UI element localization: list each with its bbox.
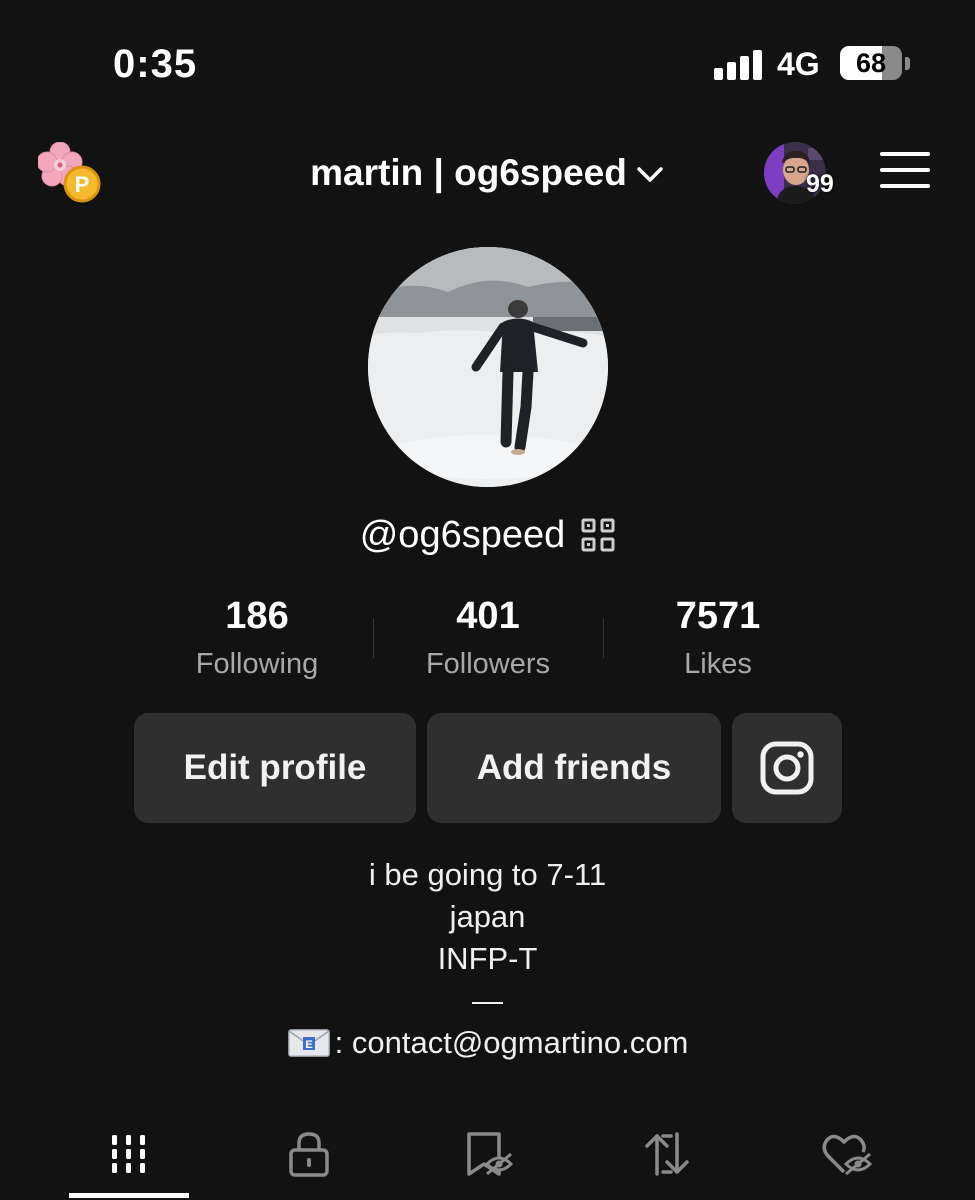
bookmark-hidden-icon	[467, 1132, 514, 1176]
signal-strength-icon	[714, 48, 764, 80]
battery-icon: 68	[840, 46, 902, 80]
status-bar: 0:35 4G 68	[0, 0, 975, 130]
account-name: martin | og6speed	[310, 152, 627, 193]
status-time: 0:35	[113, 42, 198, 86]
bio-line: —	[472, 983, 503, 1018]
profile-photo[interactable]	[368, 247, 608, 487]
bio-contact-line: E : contact@ogmartino.com	[0, 1022, 975, 1064]
stat-likes[interactable]: 7571 Likes	[603, 592, 833, 686]
bio: i be going to 7-11 japan INFP-T — E : co…	[0, 854, 975, 1064]
likes-label: Likes	[684, 648, 752, 680]
hamburger-menu-icon[interactable]	[880, 152, 930, 192]
battery-percent: 68	[855, 47, 887, 78]
envelope-icon: E	[287, 1029, 330, 1057]
profile-stats: 186 Following 401 Followers 7571 Likes	[140, 592, 835, 692]
bio-line: japan	[449, 899, 526, 934]
heart-hidden-icon	[822, 1134, 873, 1176]
profile-header: P martin | og6speed 99	[0, 130, 975, 220]
instagram-button[interactable]	[732, 713, 842, 823]
stat-following[interactable]: 186 Following	[142, 592, 372, 686]
content-tabs	[0, 1110, 975, 1200]
chevron-down-icon	[637, 167, 663, 182]
notification-badge: 99	[806, 170, 834, 198]
likes-count: 7571	[675, 595, 761, 637]
followers-count: 401	[456, 595, 520, 637]
tab-videos[interactable]	[94, 1124, 164, 1184]
battery-cap	[905, 57, 910, 70]
tab-liked[interactable]	[812, 1124, 882, 1184]
username: @og6speed	[359, 513, 566, 556]
followers-label: Followers	[425, 648, 551, 680]
instagram-icon	[760, 741, 814, 795]
bio-line: INFP-T	[437, 941, 538, 976]
lock-icon	[289, 1132, 329, 1177]
tab-reposts[interactable]	[632, 1124, 702, 1184]
tab-saved[interactable]	[454, 1124, 524, 1184]
following-count: 186	[225, 595, 289, 637]
edit-profile-button[interactable]: Edit profile	[134, 713, 416, 823]
active-tab-indicator	[69, 1193, 189, 1198]
add-friends-button[interactable]: Add friends	[427, 713, 721, 823]
contact-email[interactable]: : contact@ogmartino.com	[335, 1022, 689, 1064]
svg-text:E: E	[305, 1039, 312, 1051]
qr-code-icon[interactable]	[581, 518, 615, 552]
following-label: Following	[195, 648, 319, 680]
repost-icon	[645, 1132, 689, 1176]
stat-followers[interactable]: 401 Followers	[373, 592, 603, 686]
username-row: @og6speed	[0, 510, 975, 560]
bio-line: i be going to 7-11	[368, 857, 607, 892]
tab-private[interactable]	[274, 1124, 344, 1184]
grid-icon	[112, 1135, 145, 1173]
network-type: 4G	[777, 46, 820, 82]
